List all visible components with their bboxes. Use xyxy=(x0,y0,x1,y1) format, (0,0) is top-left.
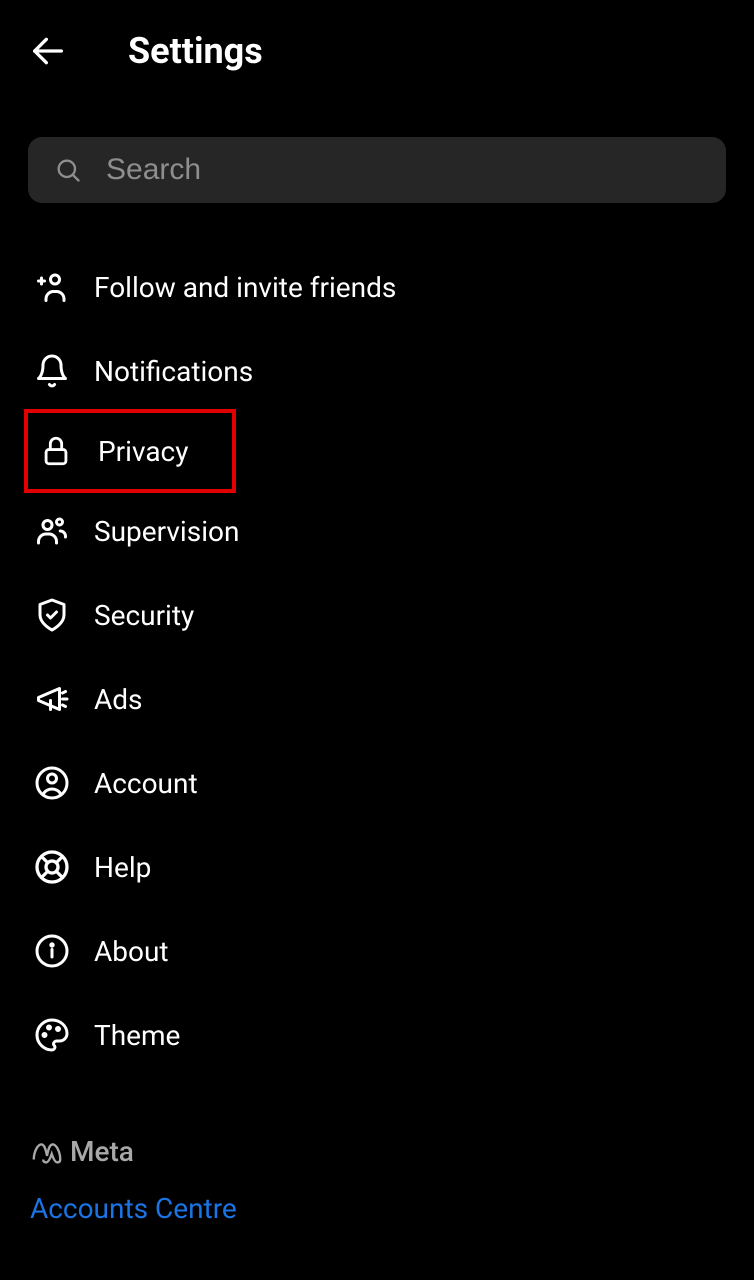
people-icon xyxy=(34,513,70,549)
menu-label: Supervision xyxy=(94,515,239,548)
header: Settings xyxy=(0,0,754,82)
search-icon xyxy=(54,156,82,184)
megaphone-icon xyxy=(34,681,70,717)
palette-icon xyxy=(34,1017,70,1053)
search-bar[interactable] xyxy=(28,137,726,203)
footer: Meta Accounts Centre xyxy=(0,1095,754,1225)
menu-label: Help xyxy=(94,851,151,884)
meta-logo-icon xyxy=(30,1140,64,1164)
menu-label: Privacy xyxy=(98,435,188,468)
menu-label: Notifications xyxy=(94,355,253,388)
menu-item-about[interactable]: About xyxy=(0,909,754,993)
menu-item-ads[interactable]: Ads xyxy=(0,657,754,741)
account-circle-icon xyxy=(34,765,70,801)
back-button[interactable] xyxy=(28,31,68,71)
menu-item-account[interactable]: Account xyxy=(0,741,754,825)
menu-label: Security xyxy=(94,599,194,632)
menu-item-privacy[interactable]: Privacy xyxy=(24,409,236,493)
menu-item-help[interactable]: Help xyxy=(0,825,754,909)
menu-item-security[interactable]: Security xyxy=(0,573,754,657)
bell-icon xyxy=(34,353,70,389)
lock-icon xyxy=(38,433,74,469)
menu-label: Account xyxy=(94,767,198,800)
menu-item-supervision[interactable]: Supervision xyxy=(0,489,754,573)
shield-check-icon xyxy=(34,597,70,633)
info-icon xyxy=(34,933,70,969)
menu-label: Ads xyxy=(94,683,143,716)
accounts-centre-link[interactable]: Accounts Centre xyxy=(30,1192,724,1225)
life-ring-icon xyxy=(34,849,70,885)
search-container xyxy=(0,82,754,227)
page-title: Settings xyxy=(128,30,263,72)
menu-label: Follow and invite friends xyxy=(94,271,396,304)
menu-item-notifications[interactable]: Notifications xyxy=(0,329,754,413)
settings-menu: Follow and invite friends Notifications … xyxy=(0,227,754,1095)
menu-item-follow-invite[interactable]: Follow and invite friends xyxy=(0,245,754,329)
person-add-icon xyxy=(34,269,70,305)
menu-label: Theme xyxy=(94,1019,180,1052)
menu-item-theme[interactable]: Theme xyxy=(0,993,754,1077)
meta-brand-text: Meta xyxy=(70,1135,134,1168)
search-input[interactable] xyxy=(106,153,700,187)
arrow-left-icon xyxy=(28,31,68,71)
meta-brand: Meta xyxy=(30,1135,724,1168)
menu-label: About xyxy=(94,935,169,968)
